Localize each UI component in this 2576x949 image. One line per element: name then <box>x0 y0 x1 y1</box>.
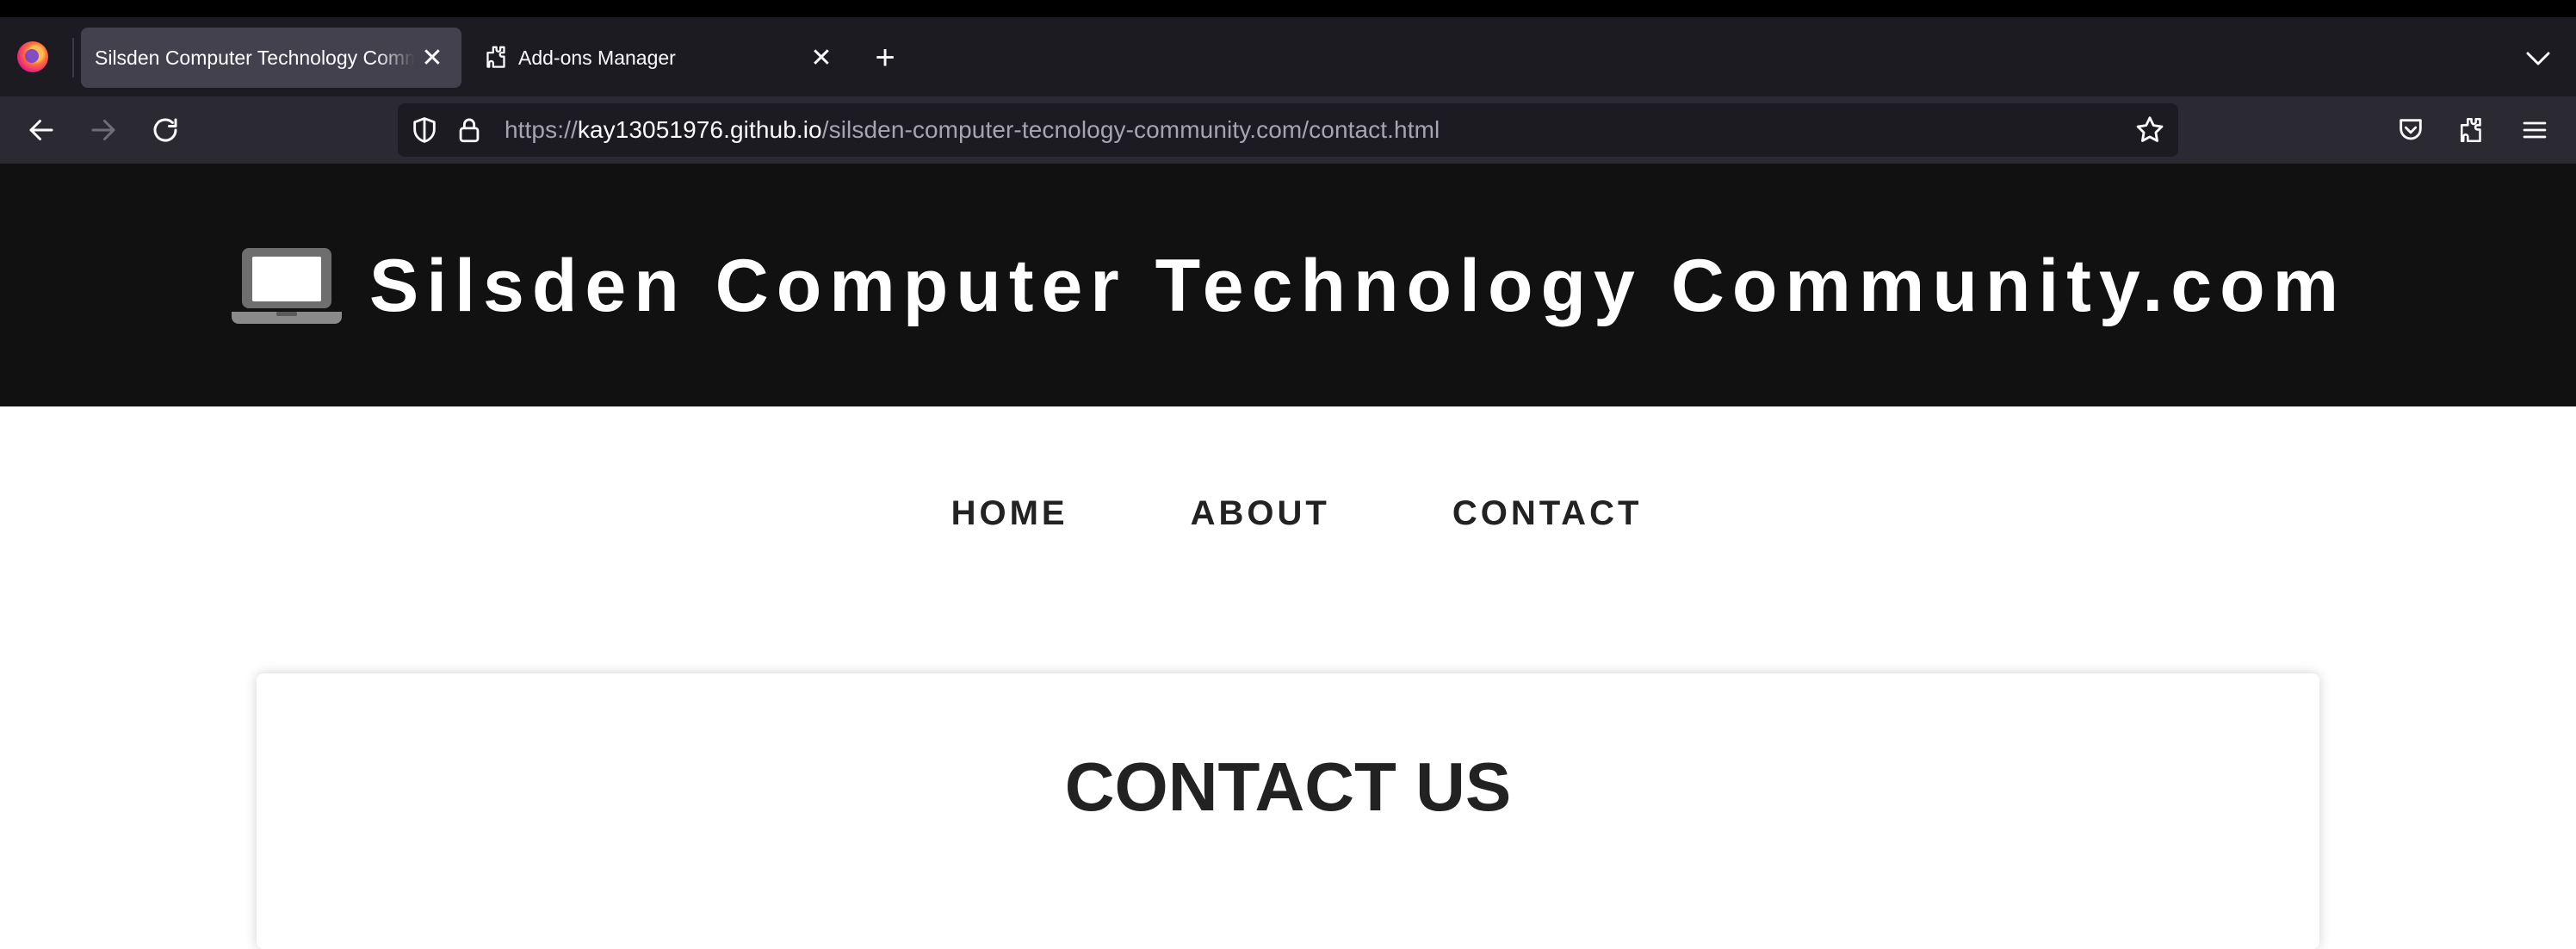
new-tab-button[interactable]: + <box>868 40 902 76</box>
tab-separator <box>72 38 74 78</box>
url-path: /silsden-computer-tecnology-community.co… <box>821 116 1440 143</box>
menu-icon <box>2523 121 2547 139</box>
nav-about-link[interactable]: ABOUT <box>1191 494 1330 546</box>
puzzle-piece-icon <box>486 46 505 68</box>
laptop-icon <box>231 248 342 324</box>
url-host: kay13051976.github.io <box>577 116 822 143</box>
tab-silsden[interactable]: Silsden Computer Technology Community.co… <box>81 28 461 88</box>
forward-button[interactable] <box>84 111 122 149</box>
back-button[interactable] <box>22 111 60 149</box>
url-scheme: https:// <box>505 116 578 143</box>
tab-list-chevron-icon[interactable] <box>2523 43 2554 74</box>
nav-home-link[interactable]: HOME <box>951 494 1068 546</box>
url-text[interactable]: https://kay13051976.github.io/silsden-co… <box>505 116 1440 144</box>
window-top-strip <box>0 0 2576 17</box>
site-navigation: HOME ABOUT CONTACT <box>0 494 2576 546</box>
tab-bar: Silsden Computer Technology Community.co… <box>0 17 2576 96</box>
bookmark-star-icon[interactable] <box>2133 114 2166 146</box>
site-branding: Silsden Computer Technology Community.co… <box>230 244 2346 329</box>
back-arrow-icon <box>29 120 53 140</box>
browser-chrome: Silsden Computer Technology Community.co… <box>0 0 2576 164</box>
extensions-icon <box>2460 117 2481 143</box>
reload-button[interactable] <box>146 111 184 149</box>
tab-title: Add-ons Manager <box>518 46 676 69</box>
tab-title: Silsden Computer Technology Community.co… <box>95 46 415 69</box>
url-bar[interactable]: https://kay13051976.github.io/silsden-co… <box>398 103 2178 157</box>
pocket-button[interactable] <box>2392 111 2430 149</box>
page-title: CONTACT US <box>1064 748 1512 825</box>
site-header: Silsden Computer Technology Community.co… <box>0 164 2576 406</box>
tab-addons-manager[interactable]: Add-ons Manager ✕ <box>470 28 851 88</box>
forward-arrow-icon <box>91 120 115 140</box>
menu-button[interactable] <box>2516 111 2554 149</box>
extensions-button[interactable] <box>2454 111 2492 149</box>
reload-icon <box>153 118 177 142</box>
lock-icon[interactable] <box>455 115 484 145</box>
close-icon[interactable]: ✕ <box>806 42 837 73</box>
navigation-toolbar: https://kay13051976.github.io/silsden-co… <box>0 96 2576 164</box>
firefox-logo-icon[interactable] <box>17 41 48 72</box>
close-icon[interactable]: ✕ <box>417 42 448 73</box>
contact-card: CONTACT US <box>257 673 2319 949</box>
nav-contact-link[interactable]: CONTACT <box>1452 494 1643 546</box>
web-page: Silsden Computer Technology Community.co… <box>0 164 2576 949</box>
site-title: Silsden Computer Technology Community.co… <box>368 244 2347 327</box>
shield-icon[interactable] <box>410 115 439 145</box>
pocket-icon <box>2400 119 2422 140</box>
